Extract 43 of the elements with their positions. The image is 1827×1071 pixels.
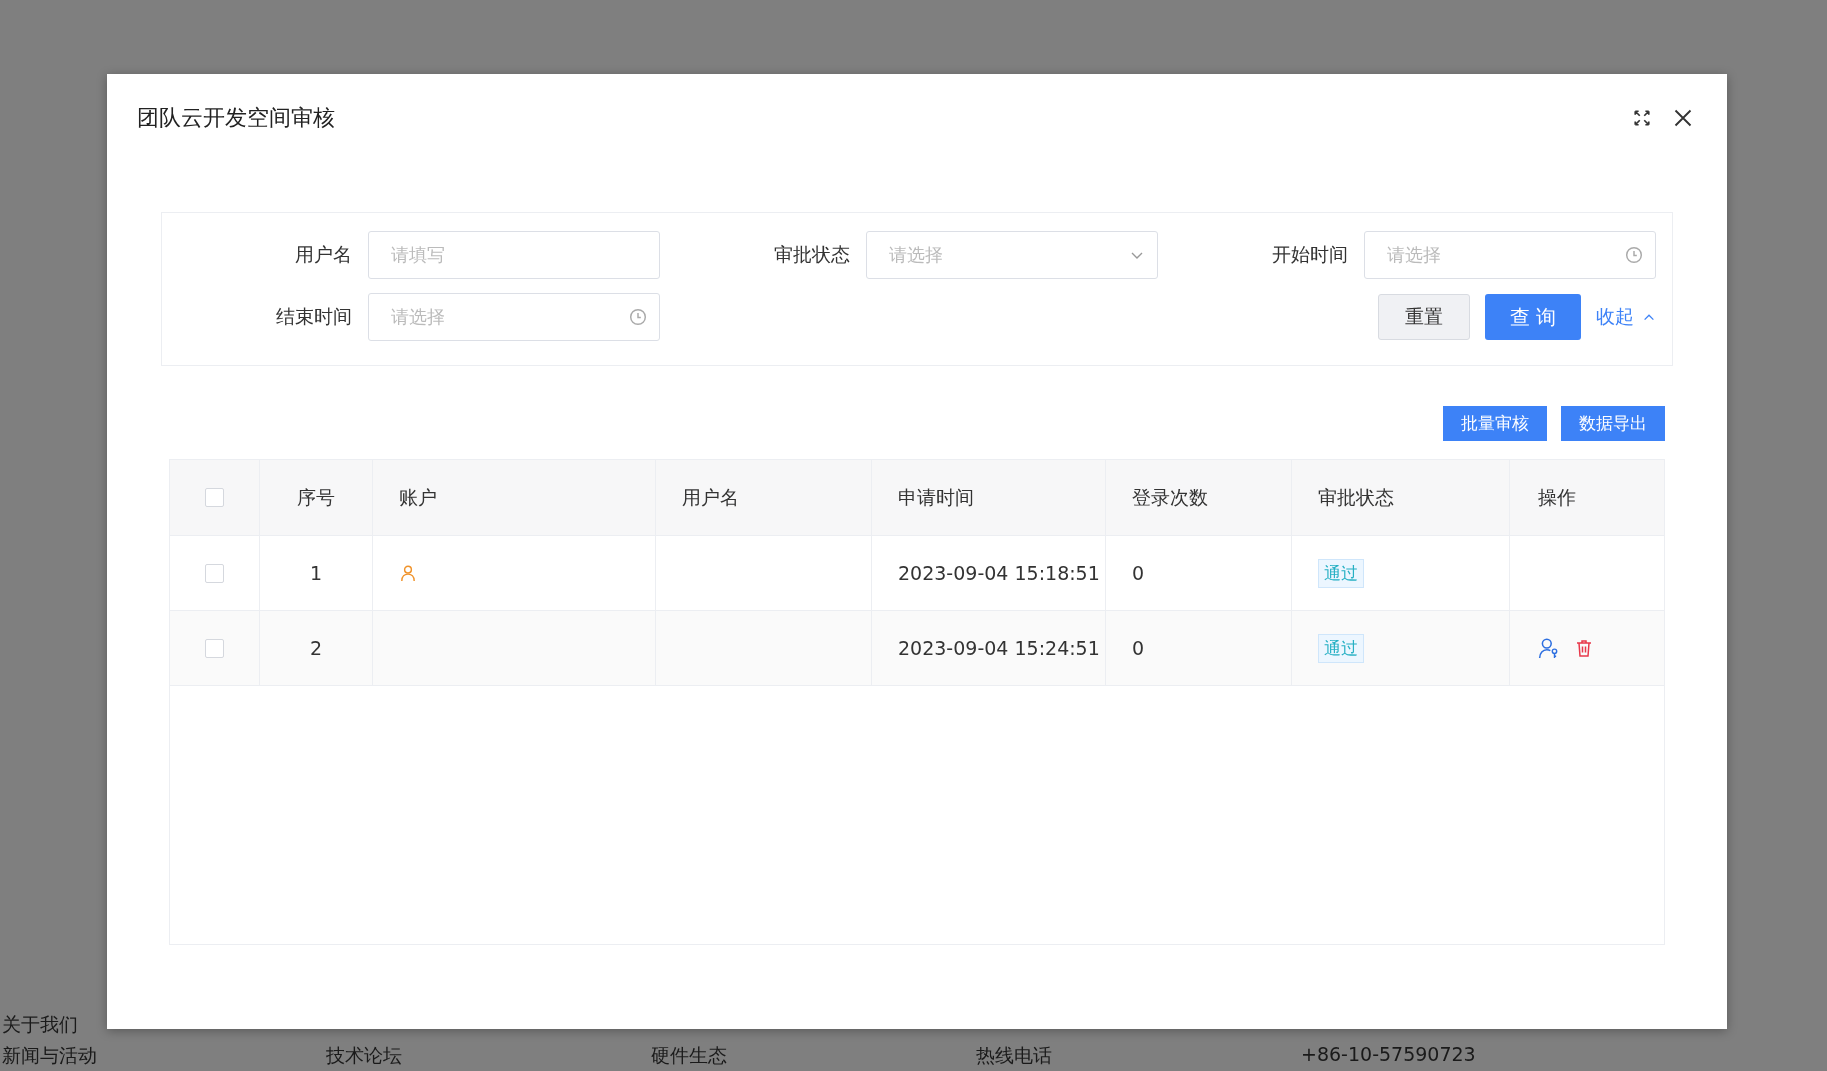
reset-button[interactable]: 重置 xyxy=(1378,294,1470,340)
column-header: 操作 xyxy=(1538,484,1576,510)
table-cell: 2023-09-04 15:18:51 xyxy=(898,562,1100,584)
footer-link[interactable]: 硬件生态 xyxy=(651,1043,976,1069)
table-cell: 0 xyxy=(1132,562,1145,584)
footer-link[interactable]: 新闻与活动 xyxy=(2,1043,326,1069)
trash-icon[interactable] xyxy=(1574,638,1594,658)
status-tag: 通过 xyxy=(1318,558,1364,588)
column-header: 序号 xyxy=(297,484,335,510)
table-cell: 0 xyxy=(1132,637,1145,659)
clock-icon xyxy=(629,308,647,326)
collapse-link[interactable]: 收起 xyxy=(1596,304,1656,330)
table-cell: 2 xyxy=(309,637,323,659)
footer-link[interactable]: +86-10-57590723 xyxy=(1301,1043,1501,1065)
filter-field[interactable]: 请填写 xyxy=(368,231,660,279)
row-checkbox[interactable] xyxy=(205,563,224,583)
status-tag: 通过 xyxy=(1318,633,1364,663)
toolbar-button[interactable]: 数据导出 xyxy=(1561,406,1665,441)
filter-label: 结束时间 xyxy=(275,304,352,329)
filter-label: 审批状态 xyxy=(773,242,850,267)
query-button[interactable]: 查 询 xyxy=(1485,294,1581,340)
select-all-checkbox[interactable] xyxy=(205,488,224,507)
footer-link[interactable]: 热线电话 xyxy=(976,1043,1301,1069)
clock-icon xyxy=(1625,246,1643,264)
table-cell: 1 xyxy=(309,562,323,584)
column-header: 用户名 xyxy=(682,484,739,510)
filter-field[interactable]: 请选择 xyxy=(1364,231,1656,279)
column-header: 账户 xyxy=(399,484,437,510)
table-cell: 2023-09-04 15:24:51 xyxy=(898,637,1100,659)
row-checkbox[interactable] xyxy=(205,638,224,658)
filter-field[interactable]: 请选择 xyxy=(368,293,660,341)
dialog-title: 团队云开发空间审核 xyxy=(137,104,335,132)
footer-link[interactable]: 技术论坛 xyxy=(326,1043,651,1069)
close-icon[interactable] xyxy=(1673,108,1693,128)
fullscreen-icon[interactable] xyxy=(1633,109,1651,127)
user-key-icon[interactable] xyxy=(1538,637,1560,659)
filter-field[interactable]: 请选择 xyxy=(866,231,1158,279)
column-header: 登录次数 xyxy=(1132,484,1208,510)
column-header: 申请时间 xyxy=(898,484,974,510)
toolbar-button[interactable]: 批量审核 xyxy=(1443,406,1547,441)
column-header: 审批状态 xyxy=(1318,484,1394,510)
filter-label: 用户名 xyxy=(294,242,352,267)
filter-label: 开始时间 xyxy=(1271,242,1348,267)
